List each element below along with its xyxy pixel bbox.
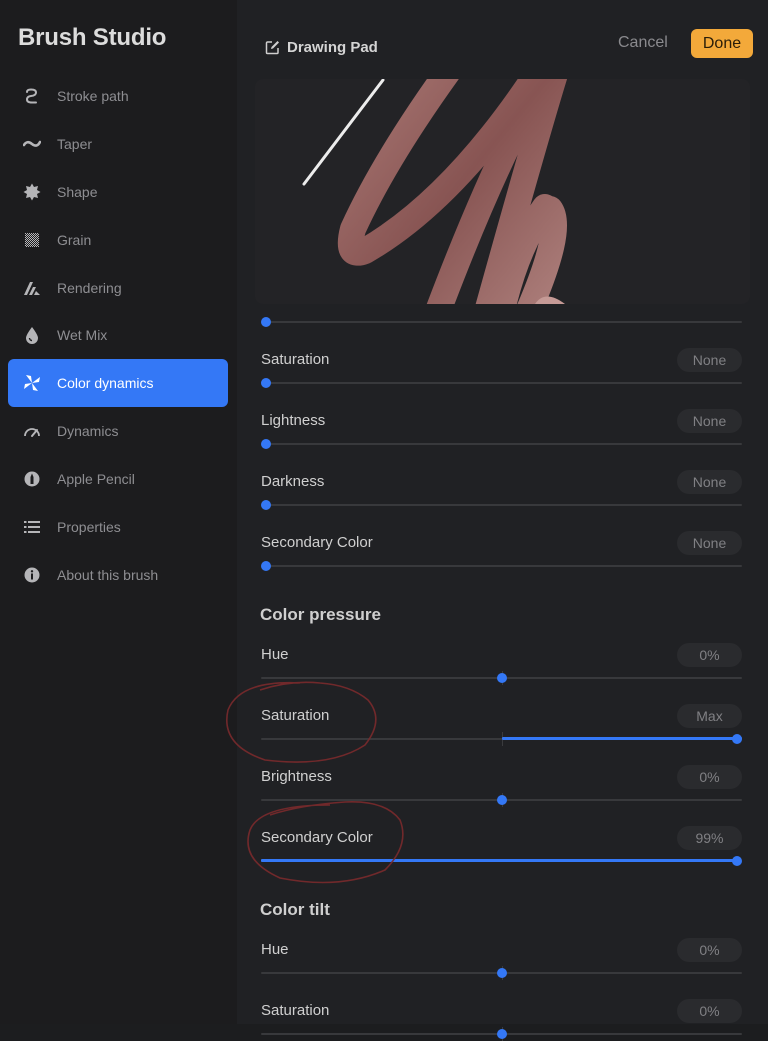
app-title: Brush Studio	[18, 24, 167, 51]
slider-label: Darkness	[261, 472, 325, 490]
slider-knob[interactable]	[496, 673, 507, 683]
section-title-color-tilt: Color tilt	[260, 900, 330, 919]
slider-value-badge[interactable]: None	[677, 408, 742, 433]
slider-value-badge[interactable]: 0%	[677, 643, 742, 667]
sidebar-item-apple-pencil[interactable]: Apple Pencil	[8, 455, 228, 503]
cancel-button[interactable]: Cancel	[618, 34, 668, 52]
info-icon	[21, 564, 43, 586]
sidebar-item-label: Color dynamics	[57, 375, 154, 392]
sidebar-item-grain[interactable]: Grain	[8, 216, 228, 264]
slider-knob[interactable]	[261, 438, 271, 449]
slider-knob[interactable]	[732, 855, 742, 866]
color-dynamics-icon	[21, 372, 43, 394]
slider-value-badge[interactable]: 0%	[677, 938, 742, 962]
apple-pencil-icon	[21, 468, 43, 490]
stroke-path-icon	[21, 85, 43, 107]
sidebar-item-color-dynamics[interactable]: Color dynamics	[8, 359, 228, 408]
dynamics-icon	[21, 420, 43, 442]
slider-label: Saturation	[261, 1001, 330, 1019]
slider-track[interactable]	[261, 438, 742, 449]
properties-icon	[21, 516, 43, 538]
slider-knob[interactable]	[261, 378, 271, 388]
taper-icon	[21, 133, 43, 155]
sidebar-item-taper[interactable]: Taper	[8, 120, 228, 168]
slider-value-badge[interactable]: 0%	[677, 998, 742, 1023]
slider-value-badge[interactable]: None	[677, 469, 742, 494]
sidebar-item-properties[interactable]: Properties	[8, 503, 228, 551]
settings-panel: Drawing Pad Cancel Done Saturation None Li…	[237, 0, 768, 1041]
slider-value-badge[interactable]: None	[677, 530, 742, 555]
color-stroke	[337, 79, 568, 304]
slider-track[interactable]	[261, 792, 742, 807]
slider-value-badge[interactable]: 99%	[677, 825, 742, 850]
sidebar-item-label: Taper	[57, 135, 93, 152]
drawing-pad-label: Drawing Pad	[287, 38, 378, 56]
slider-value-badge[interactable]: Max	[677, 703, 742, 728]
slider-knob[interactable]	[261, 317, 271, 327]
done-button[interactable]: Done	[691, 29, 753, 58]
slider-track[interactable]	[261, 560, 742, 571]
shape-icon	[21, 181, 43, 203]
sidebar-item-label: Rendering	[57, 279, 122, 296]
sidebar-item-wet-mix[interactable]: Wet Mix	[8, 311, 228, 359]
brush-stroke-preview	[302, 79, 568, 304]
slider-label: Saturation	[261, 351, 330, 368]
slider-knob[interactable]	[496, 794, 507, 805]
drawing-pad-button[interactable]: Drawing Pad	[265, 36, 378, 58]
slider-label: Hue	[261, 646, 289, 663]
slider-value-badge[interactable]: 0%	[677, 764, 742, 789]
sidebar-item-label: Shape	[57, 183, 98, 200]
slider-track[interactable]	[261, 378, 742, 388]
sidebar-item-label: Dynamics	[57, 423, 119, 440]
rendering-icon	[21, 277, 43, 299]
slider-label: Saturation	[261, 706, 330, 724]
slider-track[interactable]	[261, 671, 742, 685]
sidebar-item-label: About this brush	[57, 566, 159, 583]
slider-fill	[261, 859, 738, 863]
section-title-color-pressure: Color pressure	[260, 605, 381, 624]
slider-value-badge[interactable]: None	[677, 348, 742, 372]
sidebar-item-about[interactable]: About this brush	[8, 551, 228, 599]
sidebar-nav: Stroke path Taper Shape Grain Rendering …	[8, 72, 228, 599]
slider-knob[interactable]	[732, 733, 742, 744]
wet-mix-icon	[21, 324, 43, 346]
slider-label: Hue	[261, 941, 289, 958]
slider-knob[interactable]	[496, 1028, 507, 1039]
slider-knob[interactable]	[261, 560, 271, 571]
sidebar-item-rendering[interactable]: Rendering	[8, 264, 228, 312]
header: Drawing Pad Cancel Done	[237, 0, 768, 80]
slider-track[interactable]	[261, 966, 742, 980]
slider-knob[interactable]	[496, 968, 507, 978]
sidebar-item-shape[interactable]: Shape	[8, 168, 228, 216]
sidebar-item-label: Apple Pencil	[57, 471, 135, 488]
slider-label: Brightness	[261, 767, 332, 785]
drawing-pad-preview[interactable]	[255, 79, 750, 304]
slider-fill	[501, 737, 742, 741]
slider-track[interactable]	[261, 855, 742, 866]
slider-track[interactable]	[261, 317, 742, 327]
sidebar-item-label: Grain	[57, 231, 92, 248]
sidebar-item-label: Wet Mix	[57, 327, 108, 344]
sidebar-item-stroke-path[interactable]: Stroke path	[8, 72, 228, 120]
sidebar: Brush Studio Stroke path Taper Shape Gra…	[0, 0, 237, 1024]
slider-label: Secondary Color	[261, 533, 373, 551]
sidebar-item-dynamics[interactable]: Dynamics	[8, 407, 228, 455]
grain-icon	[21, 229, 43, 251]
sidebar-item-label: Stroke path	[57, 87, 129, 104]
slider-knob[interactable]	[261, 499, 271, 510]
slider-track[interactable]	[261, 731, 742, 746]
slider-label: Secondary Color	[261, 828, 373, 846]
sidebar-item-label: Properties	[57, 518, 121, 535]
edit-icon	[265, 40, 280, 55]
slider-label: Lightness	[261, 411, 326, 429]
slider-track[interactable]	[261, 499, 742, 510]
slider-track[interactable]	[261, 1026, 742, 1041]
